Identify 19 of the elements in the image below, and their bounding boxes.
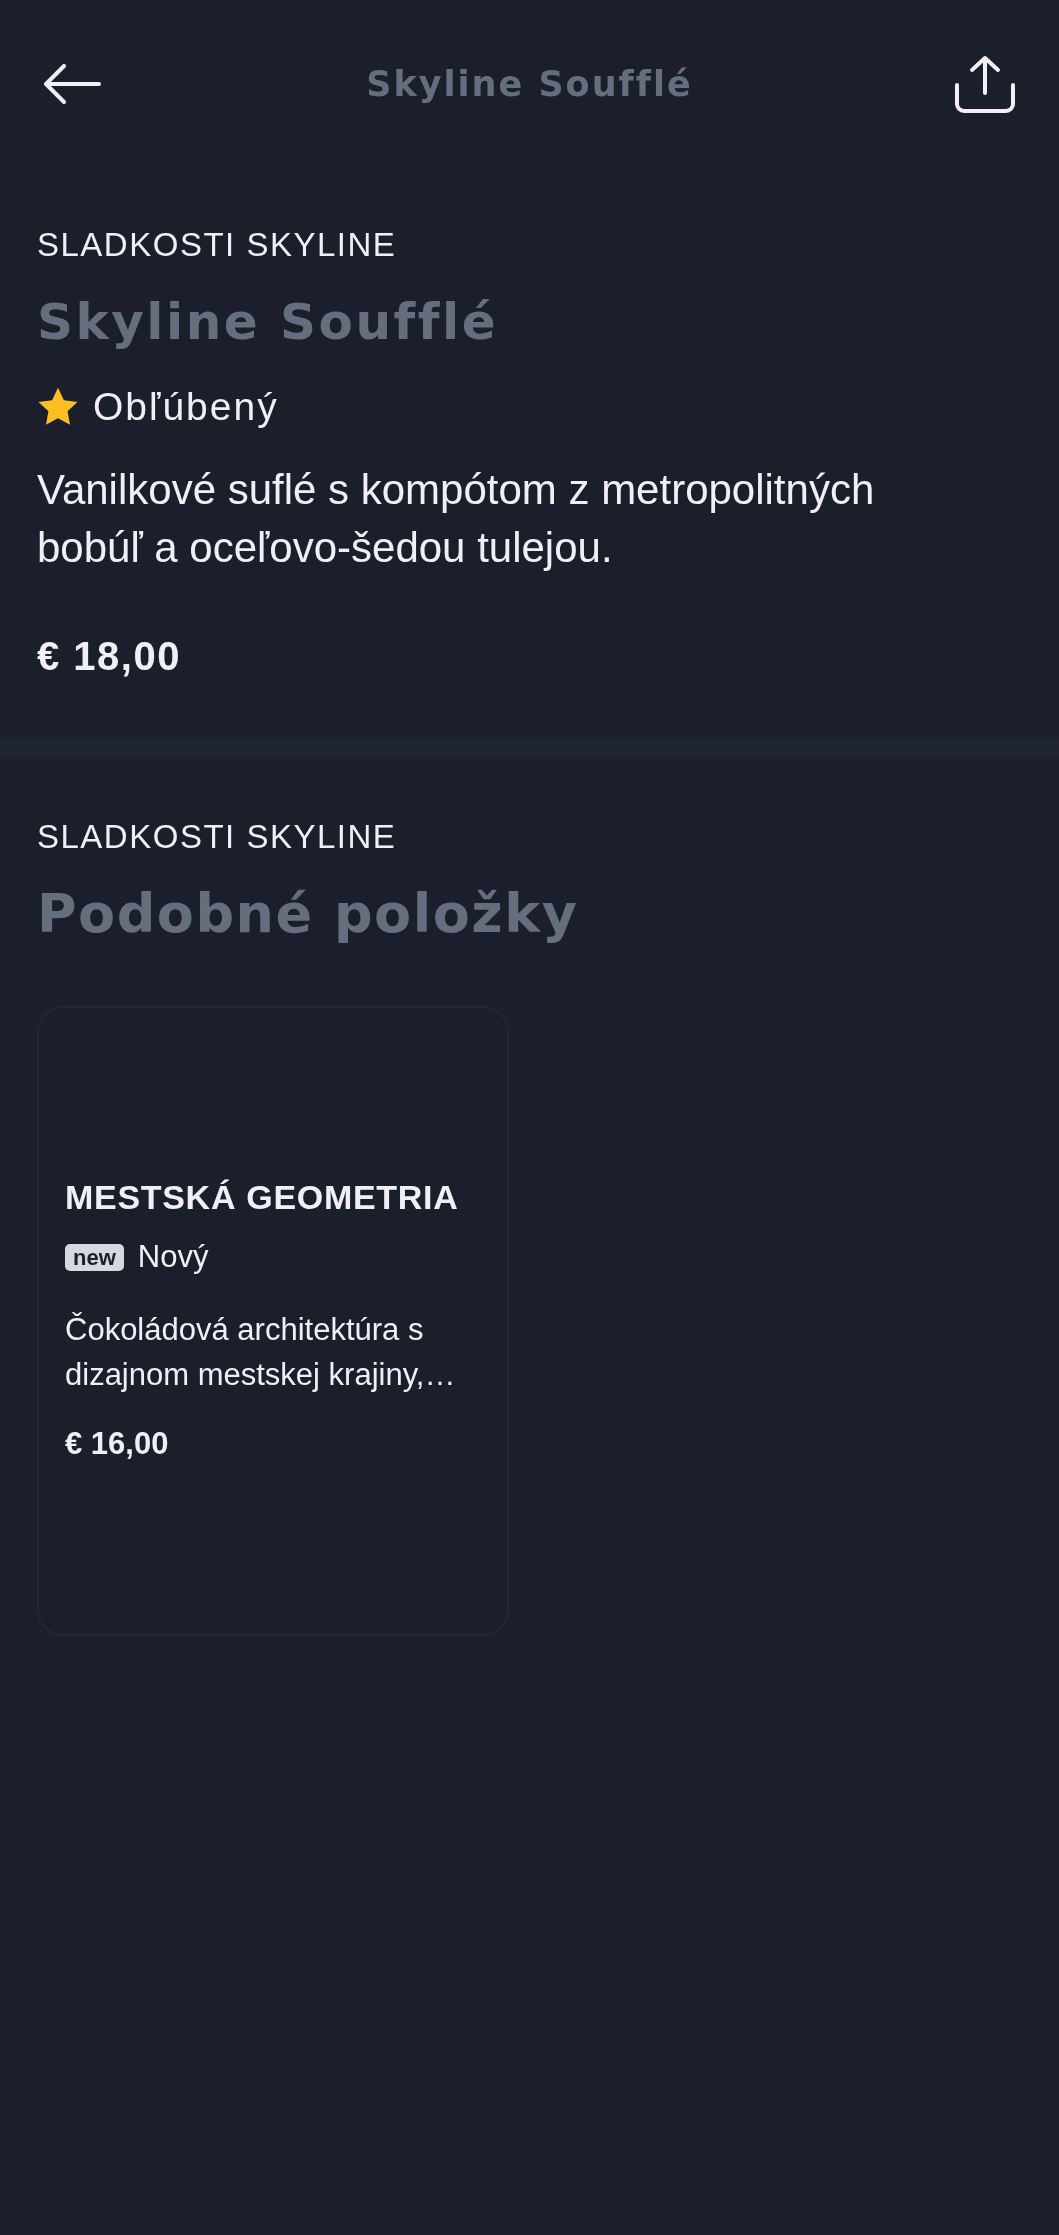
new-tag: new [65, 1243, 124, 1271]
product-price: € 16,00 [65, 1425, 169, 1463]
product-card[interactable]: MESTSKÁ GEOMETRIA new Nový Čokoládová architektúra s dizajnom mestskej krajiny,… € 16,00 [37, 1006, 509, 1636]
product-name: MESTSKÁ GEOMETRIA [65, 1177, 459, 1218]
category-label: SLADKOSTI SKYLINE [37, 225, 397, 265]
badge-label: Nový [137, 1239, 209, 1275]
back-button[interactable] [43, 64, 101, 104]
item-title: Skyline Soufflé [37, 292, 499, 352]
share-button[interactable] [954, 55, 1016, 113]
star-icon [37, 387, 79, 427]
section-heading: Podobné položky [37, 881, 579, 947]
screen-title: Skyline Soufflé [366, 63, 693, 105]
badge-label: Obľúbený [93, 384, 279, 430]
category-label: SLADKOSTI SKYLINE [37, 817, 397, 857]
share-icon [954, 55, 1016, 113]
item-description: Vanilkové suflé s kompótom z metropolitných bobúľ a oceľovo-šedou tulejou. [37, 465, 876, 573]
back-arrow-icon [43, 64, 101, 104]
product-description: Čokoládová architektúra s dizajnom mestskej krajiny,… [65, 1311, 457, 1394]
item-price: € 18,00 [37, 633, 181, 680]
